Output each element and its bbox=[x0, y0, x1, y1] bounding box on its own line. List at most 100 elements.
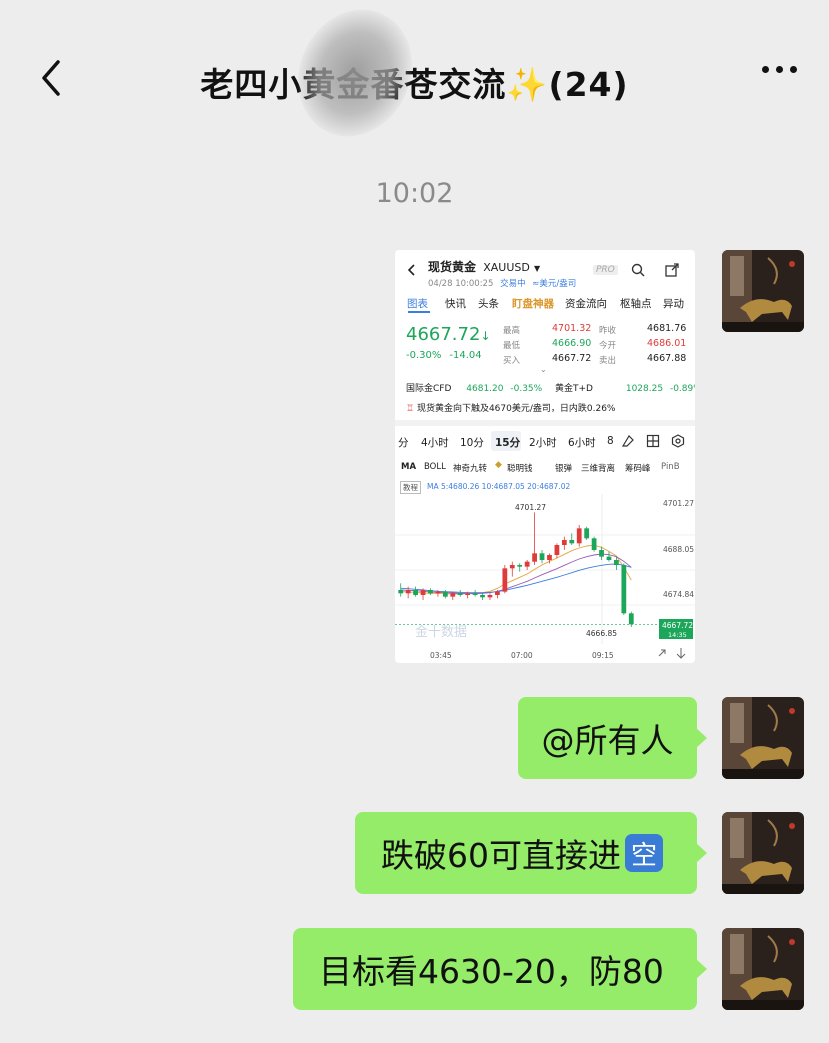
message-text: 跌破60可直接进 bbox=[381, 836, 621, 875]
stat-label: 卖出 bbox=[599, 356, 617, 366]
stat-low: 4666.90 bbox=[552, 338, 592, 349]
candle-body bbox=[599, 550, 604, 557]
indicator-option: 聪明钱 bbox=[507, 464, 533, 474]
empty-emoji-badge: 空 bbox=[625, 834, 663, 872]
y-tick: 4674.84 bbox=[663, 590, 694, 599]
instrument-title: 现货黄金 XAUUSD ▼ bbox=[428, 260, 541, 274]
candle bbox=[472, 590, 478, 597]
x-tick: 07:00 bbox=[511, 651, 533, 660]
candle-body bbox=[621, 565, 627, 614]
pro-badge: PRO bbox=[593, 265, 618, 275]
avatar[interactable] bbox=[722, 812, 804, 894]
interval-option: 8 bbox=[607, 435, 614, 447]
candle-body bbox=[532, 553, 537, 562]
candle-body bbox=[614, 560, 619, 565]
candle bbox=[576, 525, 582, 547]
chevron-left-icon bbox=[407, 264, 415, 279]
chat-bubble[interactable]: 跌破60可直接进 空 bbox=[355, 812, 707, 894]
candle-body bbox=[561, 540, 567, 545]
diamond-icon: ◆ bbox=[495, 460, 502, 470]
tab-flash: 快讯 bbox=[445, 298, 466, 310]
indicator-option: 筹码峰 bbox=[625, 464, 651, 474]
candle-body bbox=[472, 593, 478, 595]
grid-icon bbox=[646, 434, 660, 451]
candle-body bbox=[465, 593, 471, 595]
candle-body bbox=[502, 568, 508, 592]
instrument-subtitle: 04/28 10:00:25 交易中 ≈美元/盎司 bbox=[428, 279, 577, 289]
tab-movement: 异动 bbox=[663, 298, 684, 310]
x-tick: 09:15 bbox=[592, 651, 614, 660]
draw-tool-icon bbox=[621, 434, 635, 451]
candlestick-chart: 金十数据 4701.27 4666.85 4701.27 4688.05 467… bbox=[395, 494, 695, 660]
divider bbox=[395, 420, 695, 426]
chat-bubble[interactable]: @所有人 bbox=[518, 697, 707, 779]
indicator-option: 神奇九转 bbox=[453, 464, 488, 474]
related-instrument: 黄金T+D 1028.25 -0.89% bbox=[555, 384, 695, 394]
candle-body bbox=[524, 561, 530, 567]
tab-headlines: 头条 bbox=[478, 298, 499, 310]
interval-option: 6小时 bbox=[568, 437, 596, 449]
tab-underline bbox=[408, 311, 430, 313]
indicator-option: MA bbox=[401, 462, 417, 472]
ma20-line bbox=[400, 563, 632, 594]
stat-buy: 4667.72 bbox=[552, 353, 592, 364]
candle bbox=[428, 588, 433, 595]
chat-bubble[interactable]: 目标看4630-20，防80 bbox=[293, 928, 707, 1010]
indicator-option: BOLL bbox=[424, 462, 446, 472]
more-options-icon[interactable] bbox=[762, 66, 797, 73]
stat-sell: 4667.88 bbox=[647, 353, 687, 364]
candle-body bbox=[442, 591, 448, 597]
redaction-blur bbox=[277, 0, 433, 156]
stat-label: 最高 bbox=[503, 326, 521, 336]
candle-body bbox=[606, 556, 612, 560]
tutorial-tag: 教程 bbox=[400, 481, 421, 494]
candle bbox=[561, 536, 567, 550]
chat-title: 老四小黄金番苍交流✨(24) bbox=[200, 65, 629, 104]
tab-capital-flow: 资金流向 bbox=[565, 298, 607, 310]
message-text: @所有人 bbox=[541, 721, 674, 760]
message-text: 目标看4630-20，防80 bbox=[319, 952, 664, 991]
last-price: 4667.72↓ bbox=[406, 324, 491, 345]
ma-legend: MA 5:4680.26 10:4687.05 20:4687.02 bbox=[427, 482, 571, 491]
candle-body bbox=[487, 595, 493, 598]
interval-option: 2小时 bbox=[529, 437, 557, 449]
candle-body bbox=[413, 590, 418, 595]
stat-high: 4701.32 bbox=[552, 323, 592, 334]
candle bbox=[457, 590, 463, 597]
candle-body bbox=[398, 590, 404, 594]
avatar[interactable] bbox=[722, 697, 804, 779]
candle bbox=[621, 563, 627, 615]
avatar[interactable] bbox=[722, 928, 804, 1010]
candle-body bbox=[569, 540, 575, 544]
interval-option: 分 bbox=[398, 437, 409, 449]
candle-body bbox=[450, 593, 456, 597]
candle bbox=[398, 583, 404, 597]
candle bbox=[420, 588, 426, 600]
candle bbox=[539, 550, 545, 564]
share-icon bbox=[665, 263, 679, 280]
candle-body bbox=[584, 528, 590, 539]
price-change: -0.30% -14.04 bbox=[406, 350, 482, 361]
avatar[interactable] bbox=[722, 250, 804, 332]
price-alert: ♖ 现货黄金向下触及4670美元/盎司，日内跌0.26% bbox=[406, 404, 616, 414]
expand-icon bbox=[658, 649, 666, 657]
stat-label: 今开 bbox=[599, 341, 617, 351]
x-tick: 03:45 bbox=[430, 651, 452, 660]
image-message[interactable]: 现货黄金 XAUUSD ▼ 04/28 10:00:25 交易中 ≈美元/盎司 … bbox=[395, 250, 695, 663]
candle bbox=[554, 543, 560, 559]
candle-body bbox=[628, 613, 634, 625]
chat-header: 老四小黄金番苍交流✨(24) bbox=[0, 0, 829, 156]
current-time-tag: 14:35 bbox=[668, 631, 687, 639]
interval-option: 10分 bbox=[460, 437, 484, 449]
high-marker: 4701.27 bbox=[515, 503, 546, 512]
candle bbox=[480, 593, 485, 600]
indicator-option: 银弹 bbox=[555, 464, 573, 474]
stat-label: 最低 bbox=[503, 341, 521, 351]
candle bbox=[532, 512, 537, 565]
y-tick: 4701.27 bbox=[663, 499, 694, 508]
tab-chart: 图表 bbox=[407, 298, 428, 310]
tab-pivot: 枢轴点 bbox=[620, 298, 652, 310]
related-instrument: 国际金CFD 4681.20 -0.35% bbox=[406, 384, 543, 394]
message-timestamp: 10:02 bbox=[375, 178, 454, 209]
collapse-icon bbox=[676, 648, 686, 659]
